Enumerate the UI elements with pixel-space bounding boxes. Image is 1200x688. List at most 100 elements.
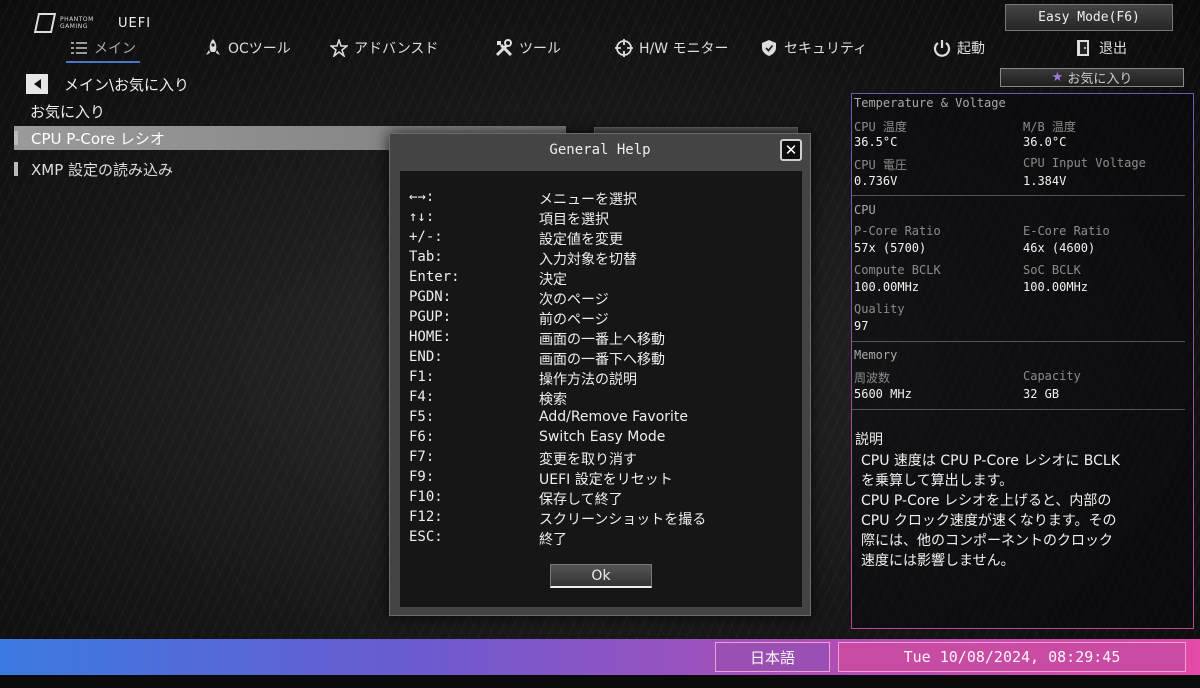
list-icon — [70, 39, 88, 57]
cpu-input-voltage-label: CPU Input Voltage — [1023, 156, 1146, 170]
help-desc: 検索 — [539, 392, 567, 408]
help-body: ←→: メニューを選択 ↑↓: 項目を選択 +/-: 設定値を変更 Tab: 入力対象を… — [400, 171, 802, 607]
tab-security[interactable]: セキュリティ — [760, 34, 867, 62]
tab-hw-monitor-label: H/W モニター — [639, 41, 729, 57]
tab-main[interactable]: メイン — [66, 34, 140, 63]
item-marker — [14, 131, 18, 145]
power-icon — [933, 39, 951, 57]
section-title: お気に入り — [30, 103, 106, 121]
tab-advanced[interactable]: アドバンスド — [330, 34, 438, 62]
soc-bclk-value: 100.00MHz — [1023, 280, 1089, 294]
cpu-heading: CPU — [854, 203, 876, 217]
tab-tools[interactable]: ツール — [495, 34, 561, 62]
memory-frequency-value: 5600 MHz — [854, 387, 912, 401]
help-key: F9: — [409, 469, 435, 485]
menu-item-label: XMP 設定の読み込み — [31, 160, 174, 179]
compute-bclk-value: 100.00MHz — [854, 280, 920, 294]
help-desc: UEFI 設定をリセット — [539, 472, 673, 488]
datetime-display[interactable]: Tue 10/08/2024, 08:29:45 — [838, 642, 1186, 672]
help-desc: 項目を選択 — [539, 212, 609, 228]
status-bar: 日本語 Tue 10/08/2024, 08:29:45 — [0, 639, 1200, 675]
help-desc: 操作方法の説明 — [539, 372, 637, 388]
help-key: +/-: — [409, 229, 443, 245]
help-key: F6: — [409, 429, 435, 445]
uefi-label: UEFI — [118, 16, 152, 31]
help-key: ESC: — [409, 529, 443, 545]
help-desc: 保存して終了 — [539, 492, 623, 508]
favorites-button[interactable]: ★ お気に入り — [1000, 68, 1184, 87]
menu-item-label: CPU P-Core レシオ — [31, 129, 165, 148]
favorites-button-label: お気に入り — [1067, 72, 1133, 87]
tab-oc-tools[interactable]: OCツール — [204, 34, 291, 62]
memory-heading: Memory — [854, 348, 898, 362]
help-desc: 決定 — [539, 272, 567, 288]
help-desc: 画面の一番下へ移動 — [539, 352, 665, 368]
crosshair-icon — [615, 39, 633, 57]
tab-boot[interactable]: 起動 — [933, 34, 985, 62]
general-help-dialog: General Help ✕ ←→: メニューを選択 ↑↓: 項目を選択 +/-: 設… — [389, 133, 811, 616]
help-key: F12: — [409, 509, 443, 525]
info-panel: Temperature & Voltage CPU 温度 36.5°C M/B … — [851, 93, 1194, 629]
mb-temp-value: 36.0°C — [1023, 135, 1067, 149]
quality-label: Quality — [854, 302, 905, 316]
star-outline-icon — [330, 39, 348, 57]
help-desc: 設定値を変更 — [539, 232, 623, 248]
divider — [852, 195, 1185, 196]
help-key: ↑↓: — [409, 209, 435, 225]
help-key: Enter: — [409, 269, 460, 285]
tab-boot-label: 起動 — [957, 41, 985, 57]
help-desc: メニューを選択 — [539, 192, 637, 208]
top-navigation: メイン OCツール アドバンスド ツール H/W モニター セキュリティ 起動 … — [0, 34, 1200, 63]
back-button[interactable] — [26, 74, 48, 94]
tab-exit[interactable]: 退出 — [1075, 34, 1127, 62]
description-title: 説明 — [855, 432, 883, 448]
help-desc: 前のページ — [539, 312, 609, 328]
p-core-ratio-value: 57x (5700) — [854, 241, 927, 255]
cpu-voltage-value: 0.736V — [854, 174, 898, 188]
help-desc: 入力対象を切替 — [539, 252, 637, 268]
cpu-input-voltage-value: 1.384V — [1023, 174, 1067, 188]
help-desc: Switch Easy Mode — [539, 429, 666, 445]
help-desc: 次のページ — [539, 292, 609, 308]
help-key: F7: — [409, 449, 435, 465]
tab-hw-monitor[interactable]: H/W モニター — [615, 34, 729, 62]
e-core-ratio-value: 46x (4600) — [1023, 241, 1096, 255]
brand-line-1: PHANTOM — [60, 16, 94, 23]
memory-capacity-label: Capacity — [1023, 369, 1081, 383]
language-button[interactable]: 日本語 — [715, 642, 830, 672]
help-desc: 終了 — [539, 532, 567, 548]
mb-temp-label: M/B 温度 — [1023, 120, 1076, 134]
help-key: Tab: — [409, 249, 443, 265]
help-key: ←→: — [409, 189, 435, 205]
help-key: HOME: — [409, 329, 452, 345]
shield-icon — [760, 39, 778, 57]
cpu-voltage-label: CPU 電圧 — [854, 158, 907, 172]
close-button[interactable]: ✕ — [780, 139, 802, 161]
easy-mode-button[interactable]: Easy Mode(F6) — [1005, 4, 1173, 31]
item-marker — [14, 162, 18, 176]
help-desc: 変更を取り消す — [539, 452, 637, 468]
bottom-strip — [0, 675, 1200, 688]
tools-icon — [495, 39, 513, 57]
compute-bclk-label: Compute BCLK — [854, 263, 941, 277]
ok-button[interactable]: Ok — [550, 564, 652, 588]
cpu-temp-value: 36.5°C — [854, 135, 898, 149]
divider — [852, 409, 1185, 410]
help-desc: スクリーンショットを撮る — [539, 512, 707, 528]
brand-line-2: GAMING — [60, 23, 88, 30]
dialog-title: General Help — [549, 142, 651, 158]
tab-tools-label: ツール — [519, 41, 561, 57]
rocket-icon — [204, 39, 222, 57]
memory-capacity-value: 32 GB — [1023, 387, 1060, 401]
tab-oc-tools-label: OCツール — [228, 41, 291, 57]
temp-voltage-heading: Temperature & Voltage — [854, 96, 1006, 110]
logo-mark-icon — [33, 13, 57, 33]
description-text: CPU 速度は CPU P-Core レシオに BCLK を乗算して算出します。… — [861, 453, 1120, 569]
help-key: F4: — [409, 389, 435, 405]
help-key: F5: — [409, 409, 435, 425]
close-icon: ✕ — [784, 141, 798, 159]
e-core-ratio-label: E-Core Ratio — [1023, 224, 1110, 238]
cpu-temp-label: CPU 温度 — [854, 120, 907, 134]
help-key: END: — [409, 349, 443, 365]
help-key: PGUP: — [409, 309, 452, 325]
